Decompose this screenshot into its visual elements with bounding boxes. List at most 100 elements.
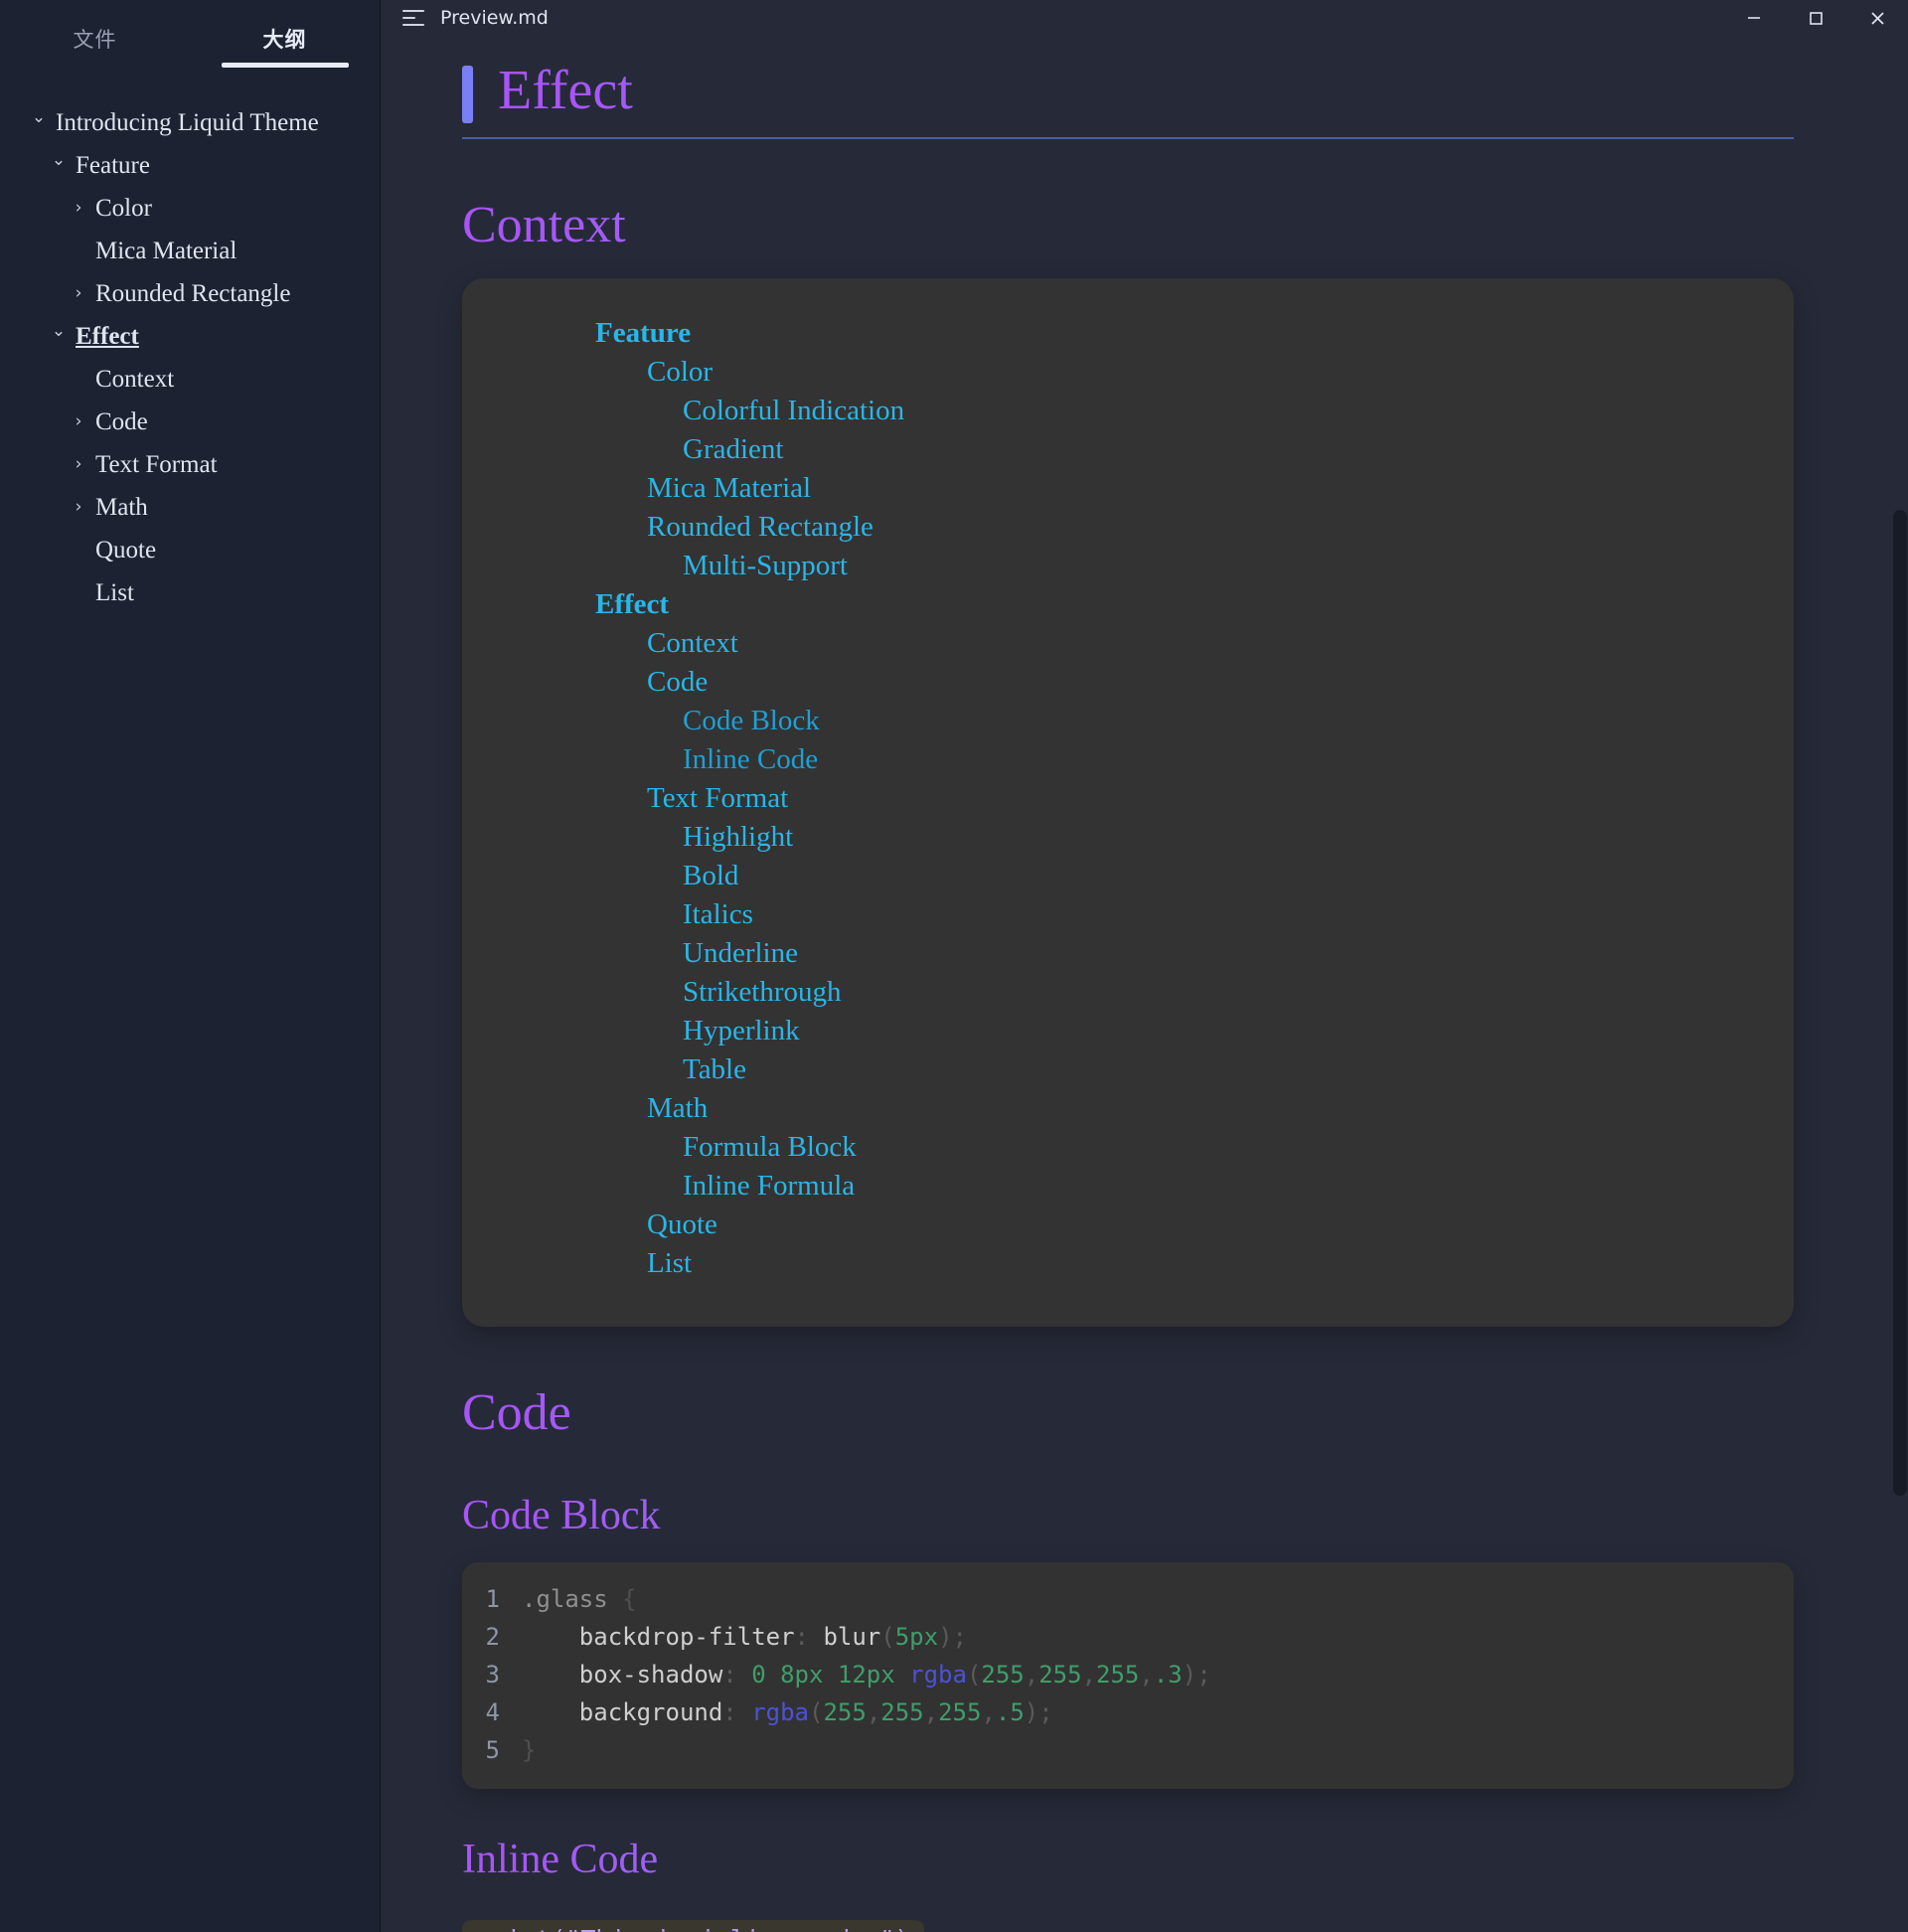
- toc-link-table[interactable]: Table: [683, 1053, 746, 1085]
- minimize-icon: [1748, 17, 1760, 19]
- heading-code-block: Code Block: [462, 1491, 1794, 1540]
- chevron-down-icon[interactable]: ⌄: [48, 323, 70, 340]
- close-button[interactable]: [1846, 0, 1908, 36]
- code-token: ,: [866, 1698, 881, 1726]
- toc-link-italics[interactable]: Italics: [683, 898, 753, 930]
- main-area: Preview.md Effect Context Feature Color …: [381, 0, 1908, 1932]
- code-token: 255: [823, 1698, 867, 1726]
- toc-link-math[interactable]: Math: [647, 1092, 708, 1124]
- code-block[interactable]: 1 .glass {2 backdrop-filter: blur(5px); 3 …: [462, 1562, 1794, 1789]
- code-line-content: box-shadow: 0 8px 12px rgba(255,255,255,…: [522, 1656, 1211, 1693]
- toc-entry: Feature: [502, 314, 1754, 353]
- code-token: :: [722, 1661, 737, 1689]
- chevron-down-icon[interactable]: ⌄: [28, 109, 50, 126]
- code-token: rgba: [909, 1661, 967, 1689]
- code-token: .glass: [522, 1585, 608, 1613]
- toc-entry: Code Block: [502, 702, 1754, 740]
- outline-item-list[interactable]: List: [0, 571, 380, 614]
- outline-tree: ⌄ Introducing Liquid Theme ⌄ Feature › Color M…: [0, 78, 380, 614]
- toc-link-inline-formula[interactable]: Inline Formula: [683, 1170, 855, 1202]
- toc-link-code-block[interactable]: Code Block: [683, 705, 820, 736]
- toc-link-bold[interactable]: Bold: [683, 860, 738, 891]
- toc-link-context[interactable]: Context: [647, 627, 738, 659]
- scrollbar-thumb[interactable]: [1893, 510, 1907, 1497]
- toc-link-effect[interactable]: Effect: [595, 588, 669, 620]
- outline-item-text-format[interactable]: › Text Format: [0, 443, 380, 486]
- outline-item-context[interactable]: Context: [0, 358, 380, 401]
- chevron-right-icon[interactable]: ›: [68, 413, 89, 430]
- toc-link-code[interactable]: Code: [647, 666, 708, 698]
- toc-link-hyperlink[interactable]: Hyperlink: [683, 1015, 800, 1046]
- outline-item-rounded-rectangle[interactable]: › Rounded Rectangle: [0, 272, 380, 315]
- chevron-right-icon[interactable]: ›: [68, 200, 89, 217]
- code-token: ,: [1081, 1661, 1097, 1689]
- vertical-scrollbar[interactable]: [1892, 36, 1908, 1932]
- toc-link-quote[interactable]: Quote: [647, 1208, 717, 1240]
- toc-link-highlight[interactable]: Highlight: [683, 821, 793, 853]
- toc-entry: Inline Code: [502, 740, 1754, 779]
- code-token: 5px: [894, 1623, 939, 1651]
- toc-link-list[interactable]: List: [647, 1247, 692, 1279]
- toc-entry: Table: [502, 1050, 1754, 1089]
- toc-entry: Gradient: [502, 430, 1754, 469]
- chevron-right-icon[interactable]: ›: [68, 285, 89, 302]
- code-token: ;: [952, 1623, 967, 1651]
- toc-link-multi-support[interactable]: Multi-Support: [683, 550, 848, 581]
- toc-entry: Math: [502, 1089, 1754, 1128]
- outline-item-label: List: [95, 578, 134, 606]
- toc-link-inline-code[interactable]: Inline Code: [683, 743, 818, 775]
- outline-item-introducing-liquid-theme[interactable]: ⌄ Introducing Liquid Theme: [0, 101, 380, 144]
- minimize-button[interactable]: [1723, 0, 1785, 36]
- outline-item-math[interactable]: › Math: [0, 486, 380, 529]
- code-token: ;: [1196, 1661, 1211, 1689]
- outline-item-label: Color: [95, 194, 152, 222]
- document-lines-icon: [402, 8, 426, 28]
- code-line-content: .glass {: [522, 1580, 637, 1618]
- toc-entry: Colorful Indication: [502, 392, 1754, 430]
- toc-entry: Inline Formula: [502, 1167, 1754, 1206]
- code-token: ,: [1139, 1661, 1154, 1689]
- maximize-button[interactable]: [1785, 0, 1846, 36]
- toc-link-strikethrough[interactable]: Strikethrough: [683, 976, 842, 1008]
- outline-item-label: Rounded Rectangle: [95, 279, 291, 307]
- toc-link-mica-material[interactable]: Mica Material: [647, 472, 811, 504]
- outline-item-effect[interactable]: ⌄ Effect: [0, 315, 380, 358]
- line-number: 3: [485, 1661, 500, 1689]
- toc-link-gradient[interactable]: Gradient: [683, 433, 783, 465]
- tab-files[interactable]: 文件: [0, 24, 190, 68]
- chevron-right-icon[interactable]: ›: [68, 499, 89, 516]
- chevron-right-icon[interactable]: ›: [68, 456, 89, 473]
- heading-code: Code: [462, 1382, 1794, 1444]
- outline-item-code[interactable]: › Code: [0, 401, 380, 443]
- toc-entry: Hyperlink: [502, 1012, 1754, 1050]
- outline-item-label: Effect: [76, 322, 139, 350]
- code-token: 0 8px 12px: [751, 1661, 895, 1689]
- outline-item-mica-material[interactable]: Mica Material: [0, 230, 380, 272]
- toc-link-feature[interactable]: Feature: [595, 317, 691, 349]
- code-line-content: backdrop-filter: blur(5px);: [522, 1618, 967, 1656]
- app-window: 文件 大纲 ⌄ Introducing Liquid Theme ⌄ Feature ›…: [0, 0, 1908, 1932]
- outline-item-label: Introducing Liquid Theme: [56, 108, 319, 136]
- tab-outline[interactable]: 大纲: [190, 24, 380, 68]
- outline-item-feature[interactable]: ⌄ Feature: [0, 144, 380, 187]
- chevron-down-icon[interactable]: ⌄: [48, 152, 70, 169]
- line-number: 4: [485, 1698, 500, 1726]
- code-token: ): [1024, 1698, 1039, 1726]
- code-line: 1 .glass {: [462, 1580, 1794, 1618]
- toc-link-colorful-indication[interactable]: Colorful Indication: [683, 395, 904, 426]
- document-preview: Effect Context Feature Color Colorful Indi…: [381, 36, 1908, 1932]
- outline-item-color[interactable]: › Color: [0, 187, 380, 230]
- toc-link-underline[interactable]: Underline: [683, 937, 798, 969]
- code-token: }: [522, 1736, 537, 1764]
- code-token: :: [722, 1698, 737, 1726]
- toc-link-formula-block[interactable]: Formula Block: [683, 1131, 857, 1163]
- outline-item-quote[interactable]: Quote: [0, 529, 380, 571]
- toc-entry: Context: [502, 624, 1754, 663]
- toc-link-rounded-rectangle[interactable]: Rounded Rectangle: [647, 511, 874, 543]
- toc-link-color[interactable]: Color: [647, 356, 713, 388]
- toc-link-text-format[interactable]: Text Format: [647, 782, 788, 814]
